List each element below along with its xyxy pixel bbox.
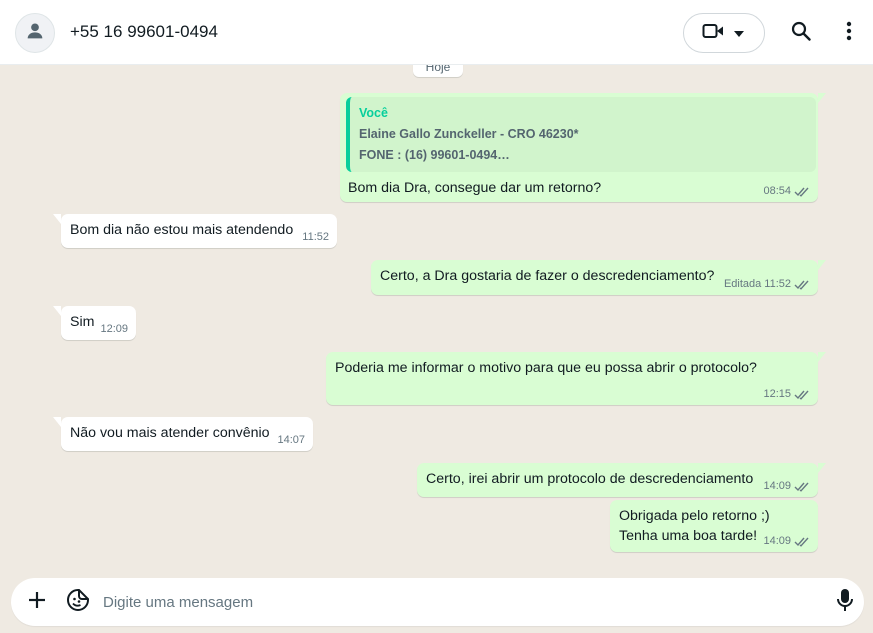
- incoming-message[interactable]: Sim 12:09: [53, 306, 136, 340]
- message-time: 14:09: [763, 535, 791, 547]
- message-meta: 14:09: [763, 535, 810, 547]
- message-time: 14:09: [763, 480, 791, 492]
- message-meta: 12:09: [100, 323, 128, 335]
- read-ticks-icon: [794, 536, 810, 547]
- read-ticks-icon: [794, 186, 810, 197]
- message-list[interactable]: Hoje Você Elaine Gallo Zunckeller - CRO …: [0, 65, 873, 573]
- contact-name[interactable]: +55 16 99601-0494: [70, 22, 218, 42]
- message-meta: 14:09: [763, 480, 810, 492]
- outgoing-message[interactable]: Poderia me informar o motivo para que eu…: [326, 352, 826, 405]
- composer-bar: [0, 573, 873, 633]
- message-time: 12:15: [763, 388, 791, 400]
- search-button[interactable]: [786, 18, 816, 48]
- person-icon: [24, 20, 46, 47]
- search-icon: [791, 21, 811, 46]
- message-time: 14:07: [277, 434, 305, 446]
- outgoing-message[interactable]: Certo, irei abrir um protocolo de descre…: [417, 463, 826, 497]
- chevron-down-icon: [734, 24, 744, 42]
- read-ticks-icon: [794, 279, 810, 290]
- outgoing-message[interactable]: Obrigada pelo retorno ;) Tenha uma boa t…: [610, 500, 818, 552]
- outgoing-message[interactable]: Certo, a Dra gostaria de fazer o descred…: [371, 260, 826, 295]
- plus-icon: [27, 590, 47, 615]
- video-call-button[interactable]: [683, 13, 765, 53]
- quoted-message[interactable]: Você Elaine Gallo Zunckeller - CRO 46230…: [346, 97, 816, 172]
- message-text: Não vou mais atender convênio: [70, 425, 270, 441]
- microphone-icon: [836, 588, 854, 617]
- voice-message-button[interactable]: [833, 588, 857, 617]
- message-time: 08:54: [763, 185, 791, 197]
- composer: [11, 578, 864, 626]
- message-text: Bom dia Dra, consegue dar um retorno?: [348, 180, 602, 196]
- quote-line: FONE : (16) 99601-0494…: [359, 148, 510, 162]
- chat-header: +55 16 99601-0494: [0, 0, 873, 65]
- message-meta: Editada 11:52: [724, 278, 810, 290]
- message-text: Bom dia não estou mais atendendo: [70, 222, 294, 238]
- message-meta: 08:54: [763, 185, 810, 197]
- message-meta: 14:07: [277, 434, 305, 446]
- message-time: 12:09: [100, 323, 128, 335]
- message-text: Poderia me informar o motivo para que eu…: [335, 360, 757, 376]
- video-camera-icon: [702, 23, 724, 44]
- sticker-button[interactable]: [65, 588, 91, 617]
- message-time: 11:52: [302, 231, 329, 243]
- more-vertical-icon: [846, 21, 852, 46]
- quote-line: Elaine Gallo Zunckeller - CRO 46230*: [359, 127, 579, 141]
- message-input[interactable]: [103, 588, 803, 616]
- edited-label: Editada: [723, 278, 762, 290]
- contact-avatar[interactable]: [15, 13, 55, 53]
- message-text: Certo, irei abrir um protocolo de descre…: [426, 471, 754, 487]
- outgoing-message[interactable]: Você Elaine Gallo Zunckeller - CRO 46230…: [340, 93, 826, 202]
- date-separator: Hoje: [413, 65, 463, 77]
- incoming-message[interactable]: Bom dia não estou mais atendendo 11:52: [53, 214, 337, 248]
- sticker-icon: [66, 588, 90, 617]
- menu-button[interactable]: [836, 18, 862, 48]
- read-ticks-icon: [794, 481, 810, 492]
- read-ticks-icon: [794, 389, 810, 400]
- message-meta: 11:52: [302, 231, 329, 243]
- message-time: 11:52: [764, 278, 791, 290]
- quote-author: Você: [359, 106, 388, 120]
- message-text: Obrigada pelo retorno ;): [619, 508, 770, 524]
- message-meta: 12:15: [763, 388, 810, 400]
- incoming-message[interactable]: Não vou mais atender convênio 14:07: [53, 417, 313, 451]
- attach-button[interactable]: [25, 590, 49, 614]
